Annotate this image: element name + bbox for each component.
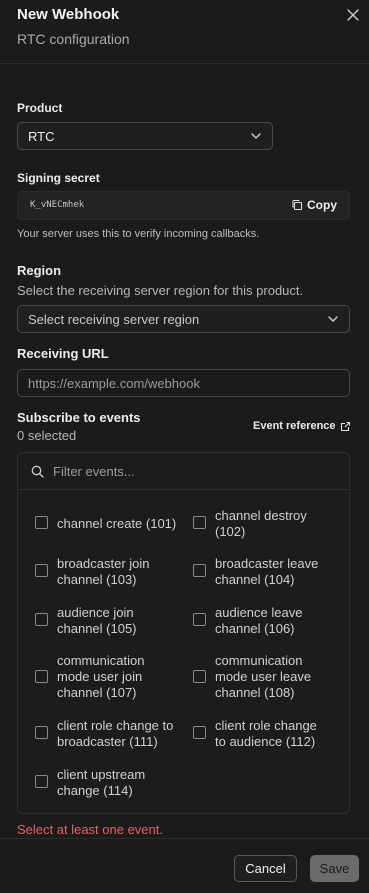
events-panel: channel create (101) channel destroy (10… bbox=[17, 452, 350, 814]
receiving-url-input[interactable] bbox=[17, 369, 350, 397]
event-checkbox[interactable] bbox=[193, 613, 206, 626]
dialog-footer: Cancel Save bbox=[0, 838, 369, 893]
event-label: channel destroy (102) bbox=[215, 508, 307, 539]
product-select[interactable]: RTC bbox=[17, 122, 273, 150]
event-checkbox[interactable] bbox=[193, 670, 206, 683]
validation-error: Select at least one event. bbox=[17, 822, 163, 837]
event-reference-link[interactable]: Event reference bbox=[253, 420, 351, 432]
dialog-subtitle: RTC configuration bbox=[17, 31, 130, 47]
event-checkbox[interactable] bbox=[35, 564, 48, 577]
region-select-placeholder: Select receiving server region bbox=[28, 311, 200, 327]
region-description: Select the receiving server region for t… bbox=[17, 283, 304, 298]
cancel-button[interactable]: Cancel bbox=[234, 855, 297, 882]
event-reference-label: Event reference bbox=[253, 420, 336, 432]
signing-secret-helper: Your server uses this to verify incoming… bbox=[17, 228, 260, 240]
signing-secret-value: K_vNECmhek bbox=[30, 200, 85, 210]
event-checkbox[interactable] bbox=[193, 564, 206, 577]
dialog-header: New Webhook RTC configuration bbox=[0, 0, 369, 64]
event-item[interactable]: communication mode user join channel (10… bbox=[35, 653, 185, 701]
region-select[interactable]: Select receiving server region bbox=[17, 305, 350, 333]
external-link-icon bbox=[340, 421, 350, 431]
selected-count: 0 selected bbox=[17, 428, 77, 443]
event-label: client role change to audience (112) bbox=[215, 718, 317, 749]
event-item[interactable]: broadcaster leave channel (104) bbox=[193, 556, 343, 588]
event-checkbox[interactable] bbox=[35, 516, 48, 529]
signing-secret-label: Signing secret bbox=[17, 171, 100, 185]
copy-icon bbox=[292, 199, 303, 211]
filter-row bbox=[18, 453, 349, 490]
filter-events-input[interactable] bbox=[53, 460, 333, 482]
event-label: audience join channel (105) bbox=[57, 605, 137, 636]
event-label: communication mode user join channel (10… bbox=[57, 653, 145, 700]
event-item[interactable]: client upstream change (114) bbox=[35, 767, 185, 799]
search-icon bbox=[31, 465, 44, 478]
chevron-down-icon bbox=[328, 316, 338, 322]
event-label: channel create (101) bbox=[57, 516, 177, 531]
save-button[interactable]: Save bbox=[310, 855, 359, 882]
region-label: Region bbox=[17, 263, 62, 278]
product-label: Product bbox=[17, 101, 63, 115]
event-label: client upstream change (114) bbox=[57, 767, 146, 798]
event-item[interactable]: broadcaster join channel (103) bbox=[35, 556, 185, 588]
event-checkbox[interactable] bbox=[35, 613, 48, 626]
event-item[interactable]: audience leave channel (106) bbox=[193, 605, 343, 637]
chevron-down-icon bbox=[251, 133, 261, 139]
receiving-url-label: Receiving URL bbox=[17, 346, 109, 361]
event-checkbox[interactable] bbox=[35, 726, 48, 739]
event-label: communication mode user leave channel (1… bbox=[215, 653, 312, 700]
subscribe-events-label: Subscribe to events bbox=[17, 410, 141, 425]
event-checkbox[interactable] bbox=[193, 726, 206, 739]
dialog-title: New Webhook bbox=[17, 6, 120, 23]
product-select-value: RTC bbox=[28, 128, 55, 144]
close-icon[interactable] bbox=[344, 6, 362, 24]
event-item[interactable]: channel create (101) bbox=[35, 516, 185, 532]
event-item[interactable]: channel destroy (102) bbox=[193, 508, 343, 540]
copy-button[interactable]: Copy bbox=[291, 198, 337, 212]
signing-secret-box: K_vNECmhek Copy bbox=[17, 191, 350, 220]
event-label: audience leave channel (106) bbox=[215, 605, 303, 636]
copy-button-label: Copy bbox=[307, 198, 337, 212]
event-item[interactable]: audience join channel (105) bbox=[35, 605, 185, 637]
event-label: broadcaster join channel (103) bbox=[57, 556, 150, 587]
event-item[interactable]: client role change to audience (112) bbox=[193, 718, 343, 750]
event-label: client role change to broadcaster (111) bbox=[57, 718, 174, 749]
event-checkbox[interactable] bbox=[35, 775, 48, 788]
event-checkbox[interactable] bbox=[193, 516, 206, 529]
event-item[interactable]: client role change to broadcaster (111) bbox=[35, 718, 185, 750]
event-item[interactable]: communication mode user leave channel (1… bbox=[193, 653, 343, 701]
event-label: broadcaster leave channel (104) bbox=[215, 556, 319, 587]
event-checkbox[interactable] bbox=[35, 670, 48, 683]
